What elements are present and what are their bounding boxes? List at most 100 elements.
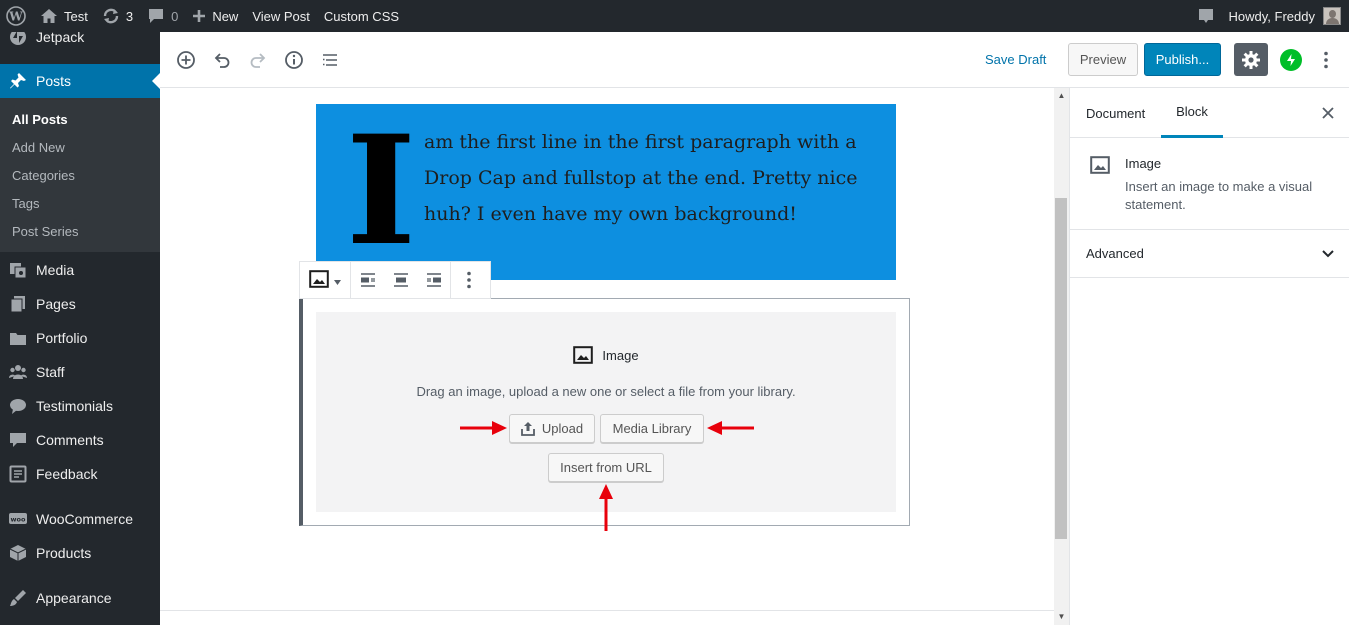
sidebar-item-woocommerce[interactable]: woo WooCommerce bbox=[0, 502, 160, 536]
comments-link[interactable]: 0 bbox=[140, 0, 185, 32]
undo-icon[interactable] bbox=[210, 48, 234, 72]
align-center-icon[interactable] bbox=[384, 262, 417, 298]
save-draft-button[interactable]: Save Draft bbox=[985, 52, 1046, 67]
avatar bbox=[1323, 7, 1341, 25]
plus-icon bbox=[192, 9, 206, 23]
submenu-all-posts[interactable]: All Posts bbox=[12, 112, 68, 127]
sidebar-item-products[interactable]: Products bbox=[0, 536, 160, 570]
block-card-description: Insert an image to make a visual stateme… bbox=[1125, 179, 1313, 212]
sidebar-item-label: Products bbox=[36, 545, 92, 561]
site-name: Test bbox=[64, 8, 88, 24]
more-group bbox=[451, 262, 487, 298]
placeholder-instructions: Drag an image, upload a new one or selec… bbox=[416, 384, 796, 399]
upload-button[interactable]: Upload bbox=[509, 414, 595, 443]
portfolio-icon bbox=[8, 328, 28, 348]
sidebar-item-portfolio[interactable]: Portfolio bbox=[0, 321, 160, 355]
annotation-arrow-left bbox=[707, 421, 754, 435]
publish-button[interactable]: Publish... bbox=[1144, 43, 1221, 76]
scroll-up-icon[interactable]: ▲ bbox=[1054, 88, 1069, 103]
chevron-down-icon bbox=[1318, 244, 1338, 264]
sidebar-item-posts[interactable]: Posts bbox=[0, 64, 160, 98]
updates-link[interactable]: 3 bbox=[95, 0, 140, 32]
admin-sidebar: Jetpack Posts All Posts Add New Categori… bbox=[0, 32, 160, 625]
sidebar-item-label: Pages bbox=[36, 296, 76, 312]
paragraph-text[interactable]: am the first line in the first paragraph… bbox=[424, 124, 874, 232]
sidebar-item-label: Staff bbox=[36, 364, 65, 380]
admin-bar: W Test 3 0 New View Post Custom CSS Howd… bbox=[0, 0, 1349, 32]
wordpress-logo-icon[interactable]: W bbox=[0, 0, 33, 32]
preview-button[interactable]: Preview bbox=[1068, 43, 1138, 76]
drop-cap: I bbox=[346, 103, 417, 279]
canvas-scrollbar[interactable]: ▲ ▼ bbox=[1054, 88, 1069, 625]
block-switcher-button[interactable] bbox=[300, 262, 350, 298]
info-icon[interactable] bbox=[282, 48, 306, 72]
jetpack-icon[interactable] bbox=[1280, 49, 1302, 71]
image-icon bbox=[573, 346, 594, 364]
block-card-title: Image bbox=[1125, 156, 1162, 171]
custom-css-link[interactable]: Custom CSS bbox=[317, 0, 406, 32]
close-icon[interactable] bbox=[1318, 103, 1338, 123]
scroll-down-icon[interactable]: ▼ bbox=[1054, 609, 1069, 624]
sidebar-item-media[interactable]: Media bbox=[0, 253, 160, 287]
sidebar-item-label: Media bbox=[36, 262, 75, 278]
editor-canvas: I am the first line in the first paragra… bbox=[160, 88, 1054, 625]
sidebar-item-staff[interactable]: Staff bbox=[0, 355, 160, 389]
image-block[interactable]: Image Drag an image, upload a new one or… bbox=[299, 298, 910, 531]
comments-icon bbox=[8, 430, 28, 450]
testimonials-icon bbox=[8, 396, 28, 416]
tab-block[interactable]: Block bbox=[1161, 88, 1223, 138]
sidebar-item-jetpack[interactable]: Jetpack bbox=[0, 32, 160, 54]
insert-from-url-button[interactable]: Insert from URL bbox=[548, 453, 664, 482]
tab-document[interactable]: Document bbox=[1086, 88, 1145, 138]
sidebar-item-comments[interactable]: Comments bbox=[0, 423, 160, 457]
pages-icon bbox=[8, 294, 28, 314]
redo-icon[interactable] bbox=[246, 48, 270, 72]
settings-sidebar: Document Block Image Insert an image to … bbox=[1069, 88, 1349, 625]
block-more-options-icon[interactable] bbox=[451, 262, 487, 298]
account-menu[interactable]: Howdy, Freddy bbox=[1222, 0, 1349, 32]
block-toolbar bbox=[299, 261, 491, 299]
new-content-link[interactable]: New bbox=[185, 0, 245, 32]
submenu-post-series[interactable]: Post Series bbox=[12, 224, 78, 239]
site-name-link[interactable]: Test bbox=[33, 0, 95, 32]
sidebar-item-appearance[interactable]: Appearance bbox=[0, 581, 160, 615]
feedback-icon bbox=[8, 464, 28, 484]
align-right-icon[interactable] bbox=[417, 262, 450, 298]
placeholder-title: Image bbox=[602, 347, 639, 363]
divider bbox=[160, 610, 1054, 611]
posts-submenu: All Posts Add New Categories Tags Post S… bbox=[0, 98, 160, 252]
pin-icon bbox=[8, 71, 28, 91]
sidebar-item-feedback[interactable]: Feedback bbox=[0, 457, 160, 491]
submenu-categories[interactable]: Categories bbox=[12, 168, 75, 183]
svg-text:woo: woo bbox=[11, 516, 26, 524]
svg-text:W: W bbox=[8, 10, 23, 24]
view-post-link[interactable]: View Post bbox=[245, 0, 317, 32]
image-icon bbox=[309, 269, 329, 291]
add-block-icon[interactable] bbox=[174, 48, 198, 72]
scrollbar-thumb[interactable] bbox=[1055, 198, 1067, 539]
advanced-panel-toggle[interactable]: Advanced bbox=[1070, 230, 1349, 278]
placeholder-label: Image bbox=[316, 346, 896, 364]
staff-icon bbox=[8, 362, 28, 382]
more-options-icon[interactable] bbox=[1316, 48, 1336, 72]
settings-gear-icon[interactable] bbox=[1234, 43, 1268, 76]
comment-bubble-icon bbox=[147, 7, 165, 25]
paragraph-block[interactable]: I am the first line in the first paragra… bbox=[316, 104, 896, 280]
sidebar-item-testimonials[interactable]: Testimonials bbox=[0, 389, 160, 423]
notifications-icon[interactable] bbox=[1190, 0, 1222, 32]
submenu-add-new[interactable]: Add New bbox=[12, 140, 65, 155]
align-left-icon[interactable] bbox=[351, 262, 384, 298]
submenu-tags[interactable]: Tags bbox=[12, 196, 39, 211]
sidebar-item-label: Appearance bbox=[36, 590, 112, 606]
sidebar-item-pages[interactable]: Pages bbox=[0, 287, 160, 321]
media-library-button[interactable]: Media Library bbox=[600, 414, 704, 443]
sidebar-item-label: WooCommerce bbox=[36, 511, 133, 527]
outline-icon[interactable] bbox=[318, 48, 342, 72]
block-card: Image Insert an image to make a visual s… bbox=[1070, 138, 1349, 230]
chevron-down-icon bbox=[334, 273, 341, 288]
home-icon bbox=[40, 8, 58, 24]
sidebar-item-label: Portfolio bbox=[36, 330, 88, 346]
appearance-icon bbox=[8, 588, 28, 608]
block-switcher-group bbox=[300, 262, 351, 298]
upload-label: Upload bbox=[541, 421, 584, 436]
